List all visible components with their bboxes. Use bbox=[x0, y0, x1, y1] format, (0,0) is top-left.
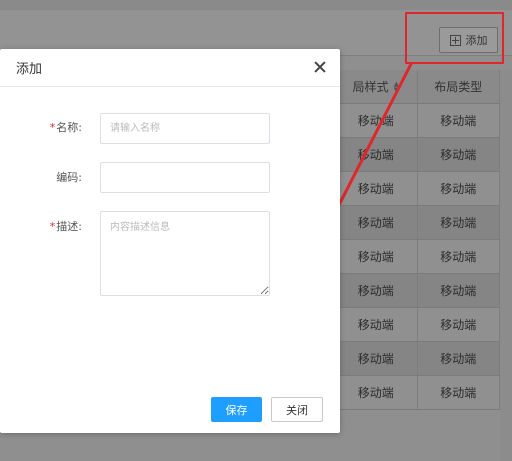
name-form-row: *名称: bbox=[0, 113, 270, 144]
add-dialog: 添加 *名称: 编码: *描述: 保存 关闭 bbox=[0, 49, 340, 433]
dialog-title: 添加 bbox=[16, 62, 43, 77]
description-form-row: *描述: bbox=[0, 211, 270, 296]
name-label: *名称: bbox=[49, 121, 82, 134]
close-button[interactable]: 关闭 bbox=[271, 397, 323, 422]
dialog-header: 添加 bbox=[0, 49, 340, 87]
code-form-row: 编码: bbox=[0, 162, 270, 193]
required-mark: * bbox=[49, 220, 56, 233]
close-icon[interactable] bbox=[314, 61, 326, 73]
code-input[interactable] bbox=[100, 162, 270, 193]
code-label: 编码: bbox=[56, 171, 82, 184]
save-button[interactable]: 保存 bbox=[211, 397, 262, 422]
description-label: *描述: bbox=[49, 220, 82, 233]
required-mark: * bbox=[49, 121, 56, 134]
name-input[interactable] bbox=[100, 113, 270, 144]
description-textarea[interactable] bbox=[100, 211, 270, 296]
